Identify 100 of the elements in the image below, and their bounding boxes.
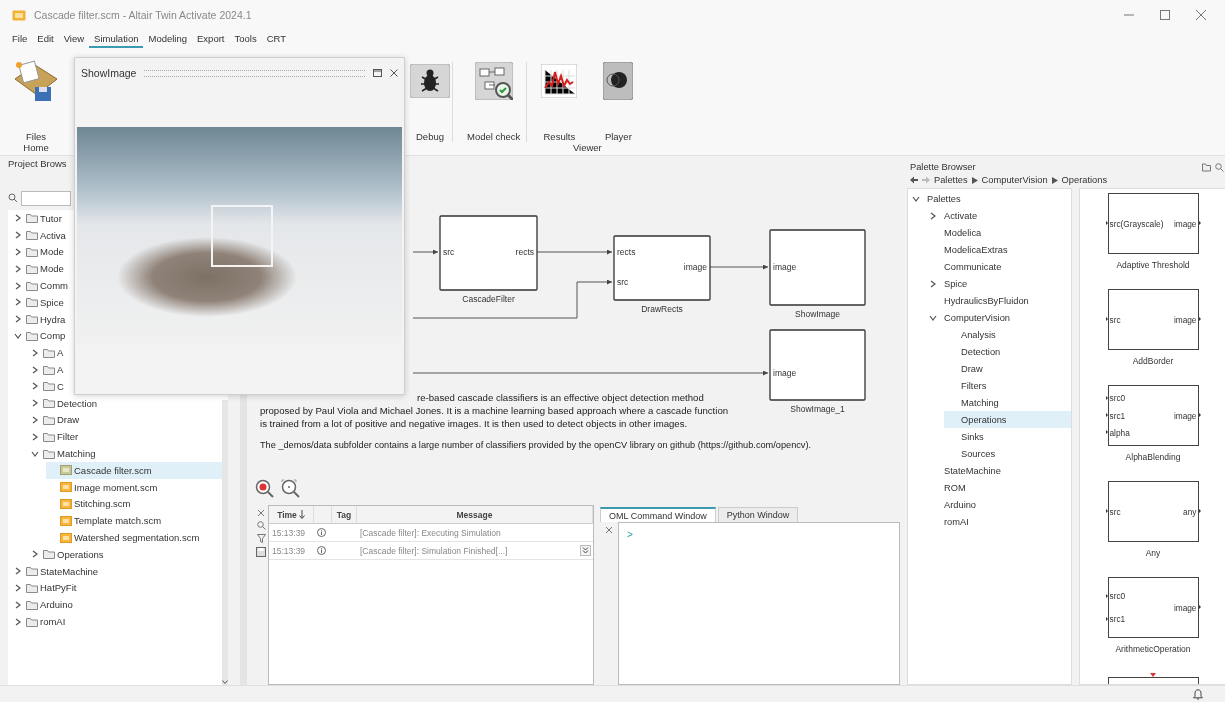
palette-block[interactable]: src0 src1 alpha image [1107,385,1199,446]
chevron-icon[interactable] [31,415,39,424]
palette-block[interactable]: src0 src1 image [1107,577,1199,638]
tree-item[interactable]: Arduino [927,496,983,513]
tree-item[interactable]: Template match.scm [46,512,166,530]
menu-item[interactable]: View [58,30,90,48]
tree-item[interactable]: Cascade filter.scm [46,461,222,479]
model-check-button[interactable]: Model check [467,56,521,142]
magnifier-record-icon[interactable] [255,478,275,499]
drag-handle[interactable] [144,69,365,77]
chevron-icon[interactable] [14,264,22,273]
tree-item[interactable]: ComputerVision [927,309,1016,326]
search-icon[interactable] [1215,163,1224,172]
chevron-icon[interactable] [912,194,920,203]
tree-item[interactable]: StateMachine [927,462,1007,479]
tree-item[interactable]: Draw [29,411,84,429]
tree-item[interactable]: Activate [927,207,984,224]
menu-item[interactable]: CRT [261,30,292,48]
palette-block[interactable]: src(Grayscale) image [1107,193,1199,254]
search-icon[interactable] [256,521,266,530]
tree-item[interactable]: Spice [12,294,68,311]
block-box[interactable] [769,229,866,306]
chevron-icon[interactable] [929,211,937,220]
chevron-icon[interactable] [929,279,937,288]
tree-item[interactable]: Sinks [944,428,990,445]
tree-item[interactable]: HydraulicsByFluidon [927,292,1035,309]
tree-item[interactable]: Communicate [927,258,1008,275]
breadcrumb-link[interactable]: Operations [1061,175,1108,185]
palette-block[interactable]: src any [1107,481,1199,542]
chevron-icon[interactable] [14,281,22,290]
chevron-icon[interactable] [14,315,22,324]
tree-item[interactable]: Matching [944,394,1005,411]
table-row[interactable]: 15:13:39 [Cascade filter]: Simulation Finished[...] [269,542,593,560]
tree-item[interactable]: ROM [927,479,972,496]
tree-item[interactable]: Sources [944,445,1002,462]
tree-item[interactable]: Arduino [12,596,77,614]
chevron-icon[interactable] [14,331,22,340]
close-icon[interactable] [605,526,613,534]
chevron-icon[interactable] [31,382,39,391]
tree-item[interactable]: Detection [944,343,1007,360]
chevron-icon[interactable] [31,348,39,357]
tree-item[interactable]: Tutor [12,210,66,227]
menu-item[interactable]: File [7,30,33,48]
tree-item[interactable]: Stitching.scm [46,495,135,513]
tree-item[interactable]: Image moment.scm [46,478,162,496]
tree-item[interactable]: Hydra [12,310,70,328]
palette-block[interactable]: src image [1107,289,1199,350]
breadcrumb-link[interactable]: ComputerVision [981,175,1048,185]
tree-item[interactable]: ModelicaExtras [927,241,1014,258]
tree-item[interactable]: Mode [12,243,68,261]
maximize-button[interactable] [373,69,382,77]
scrollbar[interactable] [222,400,228,685]
chevron-icon[interactable] [14,583,22,592]
tree-item[interactable]: Modelica [927,224,988,241]
breadcrumb-link[interactable]: Palettes [934,175,968,185]
player-button[interactable]: Player [603,56,634,142]
close-button[interactable] [390,69,398,77]
tree-item[interactable]: C [29,377,68,395]
tree-item[interactable]: A [29,344,68,362]
menu-item[interactable]: Tools [229,30,262,48]
tree-item[interactable]: HatPyFit [12,579,81,597]
files-button[interactable]: Files [14,56,58,142]
tree-item[interactable]: Mode [12,260,68,278]
column-header[interactable]: Tag [332,506,357,524]
save-icon[interactable] [256,547,266,557]
open-folder-icon[interactable] [1202,163,1212,172]
filter-icon[interactable] [256,534,266,543]
chevron-icon[interactable] [929,313,937,322]
bell-icon[interactable] [1193,688,1203,700]
chevron-icon[interactable] [14,567,22,576]
tree-item[interactable]: Detection [29,394,102,412]
table-row[interactable]: 15:13:39 [Cascade filter]: Executing Simulation [269,524,593,542]
tab[interactable]: OML Command Window [600,507,716,522]
tree-item[interactable]: Activa [12,226,70,244]
tree-item[interactable]: romAI [927,513,975,530]
tree-item[interactable]: StateMachine [12,562,103,580]
tree-item[interactable]: Watershed segmentation.scm [46,529,204,546]
tree-item[interactable]: A [29,361,68,378]
chevron-icon[interactable] [31,399,39,408]
zoom-fit-icon[interactable] [281,478,301,499]
chevron-icon[interactable] [14,248,22,256]
back-arrow-icon[interactable] [910,176,918,184]
tree-item[interactable]: Spice [927,275,974,292]
search-field[interactable] [21,190,71,206]
menu-item[interactable]: Modeling [143,30,193,48]
chevron-icon[interactable] [14,617,22,626]
clear-icon[interactable] [257,509,265,517]
tree-item[interactable]: Analysis [944,326,1002,343]
chevron-icon[interactable] [31,449,39,458]
tree-item[interactable]: Operations [944,411,1071,428]
chevron-icon[interactable] [31,550,39,559]
tree-item[interactable]: Draw [944,360,989,377]
debug-button[interactable]: Debug [410,56,450,142]
expand-button[interactable] [579,545,591,556]
palette-block[interactable] [1107,677,1199,684]
scroll-down-icon[interactable] [222,679,228,685]
tree-item[interactable]: romAI [12,613,70,630]
block-box[interactable] [613,235,711,301]
menu-item[interactable]: Edit [32,30,59,48]
column-header[interactable]: Message [357,506,593,524]
